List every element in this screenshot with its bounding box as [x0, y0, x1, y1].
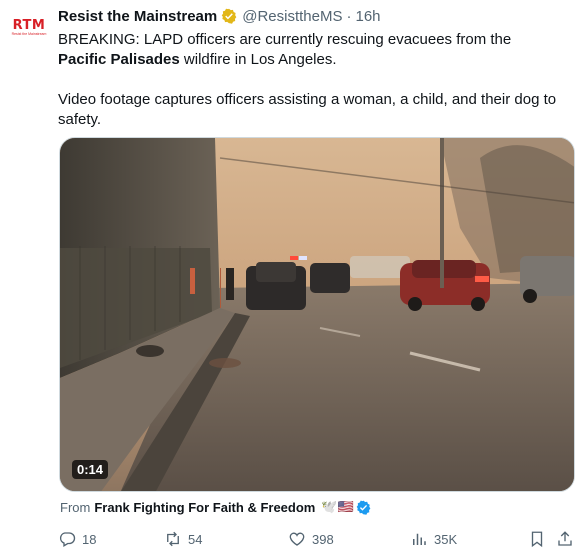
- avatar[interactable]: RTM Resist the Mainstream: [10, 8, 48, 46]
- author-name[interactable]: Resist the Mainstream: [58, 8, 217, 25]
- author-handle[interactable]: @ResisttheMS: [242, 8, 342, 25]
- share-button[interactable]: [556, 530, 574, 548]
- separator-dot: ·: [346, 7, 352, 25]
- repost-count: 54: [188, 531, 203, 547]
- views-button[interactable]: 35K: [410, 530, 457, 548]
- reply-icon: [59, 532, 76, 547]
- reply-button[interactable]: 18: [58, 530, 96, 548]
- reply-count: 18: [82, 531, 97, 547]
- repost-icon: [167, 531, 179, 547]
- video-attribution: From Frank Fighting For Faith & Freedom …: [60, 499, 371, 515]
- tweet-text-part: wildfire in Los Angeles.: [179, 51, 337, 68]
- share-icon: [558, 531, 572, 546]
- tweet-text: BREAKING: LAPD officers are currently re…: [58, 30, 563, 130]
- analytics-icon: [413, 533, 426, 545]
- repost-button[interactable]: 54: [164, 530, 202, 548]
- like-count: 398: [312, 531, 334, 547]
- tweet-paragraph-1: BREAKING: LAPD officers are currently re…: [58, 30, 563, 70]
- bookmark-button[interactable]: [528, 530, 546, 548]
- tweet-actions: 18 54 398 35K: [58, 530, 572, 550]
- attribution-name[interactable]: Frank Fighting For Faith & Freedom: [94, 500, 315, 515]
- attribution-prefix: From: [60, 499, 91, 515]
- heart-icon: [289, 532, 305, 546]
- like-button[interactable]: 398: [288, 530, 334, 548]
- tweet-header: Resist the Mainstream @ResisttheMS · 16h: [58, 5, 572, 27]
- tweet-timestamp[interactable]: 16h: [356, 8, 381, 25]
- avatar-logo-text: RTM: [12, 17, 46, 33]
- video-player[interactable]: 0:14: [59, 137, 575, 492]
- verified-blue-badge-icon: [356, 500, 371, 515]
- attribution-emoji: 🕊️🇺🇸: [321, 499, 371, 515]
- views-count: 35K: [434, 531, 458, 547]
- tweet-text-bold: Pacific Palisades: [58, 51, 180, 68]
- video-duration: 0:14: [72, 460, 109, 479]
- avatar-logo-subtext: Resist the Mainstream: [11, 31, 47, 36]
- bookmark-icon: [531, 531, 543, 548]
- video-frame: [60, 138, 574, 491]
- verified-gold-badge-icon: [221, 8, 237, 24]
- tweet-paragraph-2: Video footage captures officers assistin…: [58, 91, 557, 128]
- tweet-text-part: BREAKING: LAPD officers are currently re…: [58, 31, 512, 48]
- dove-flag-emoji: 🕊️🇺🇸: [321, 499, 354, 514]
